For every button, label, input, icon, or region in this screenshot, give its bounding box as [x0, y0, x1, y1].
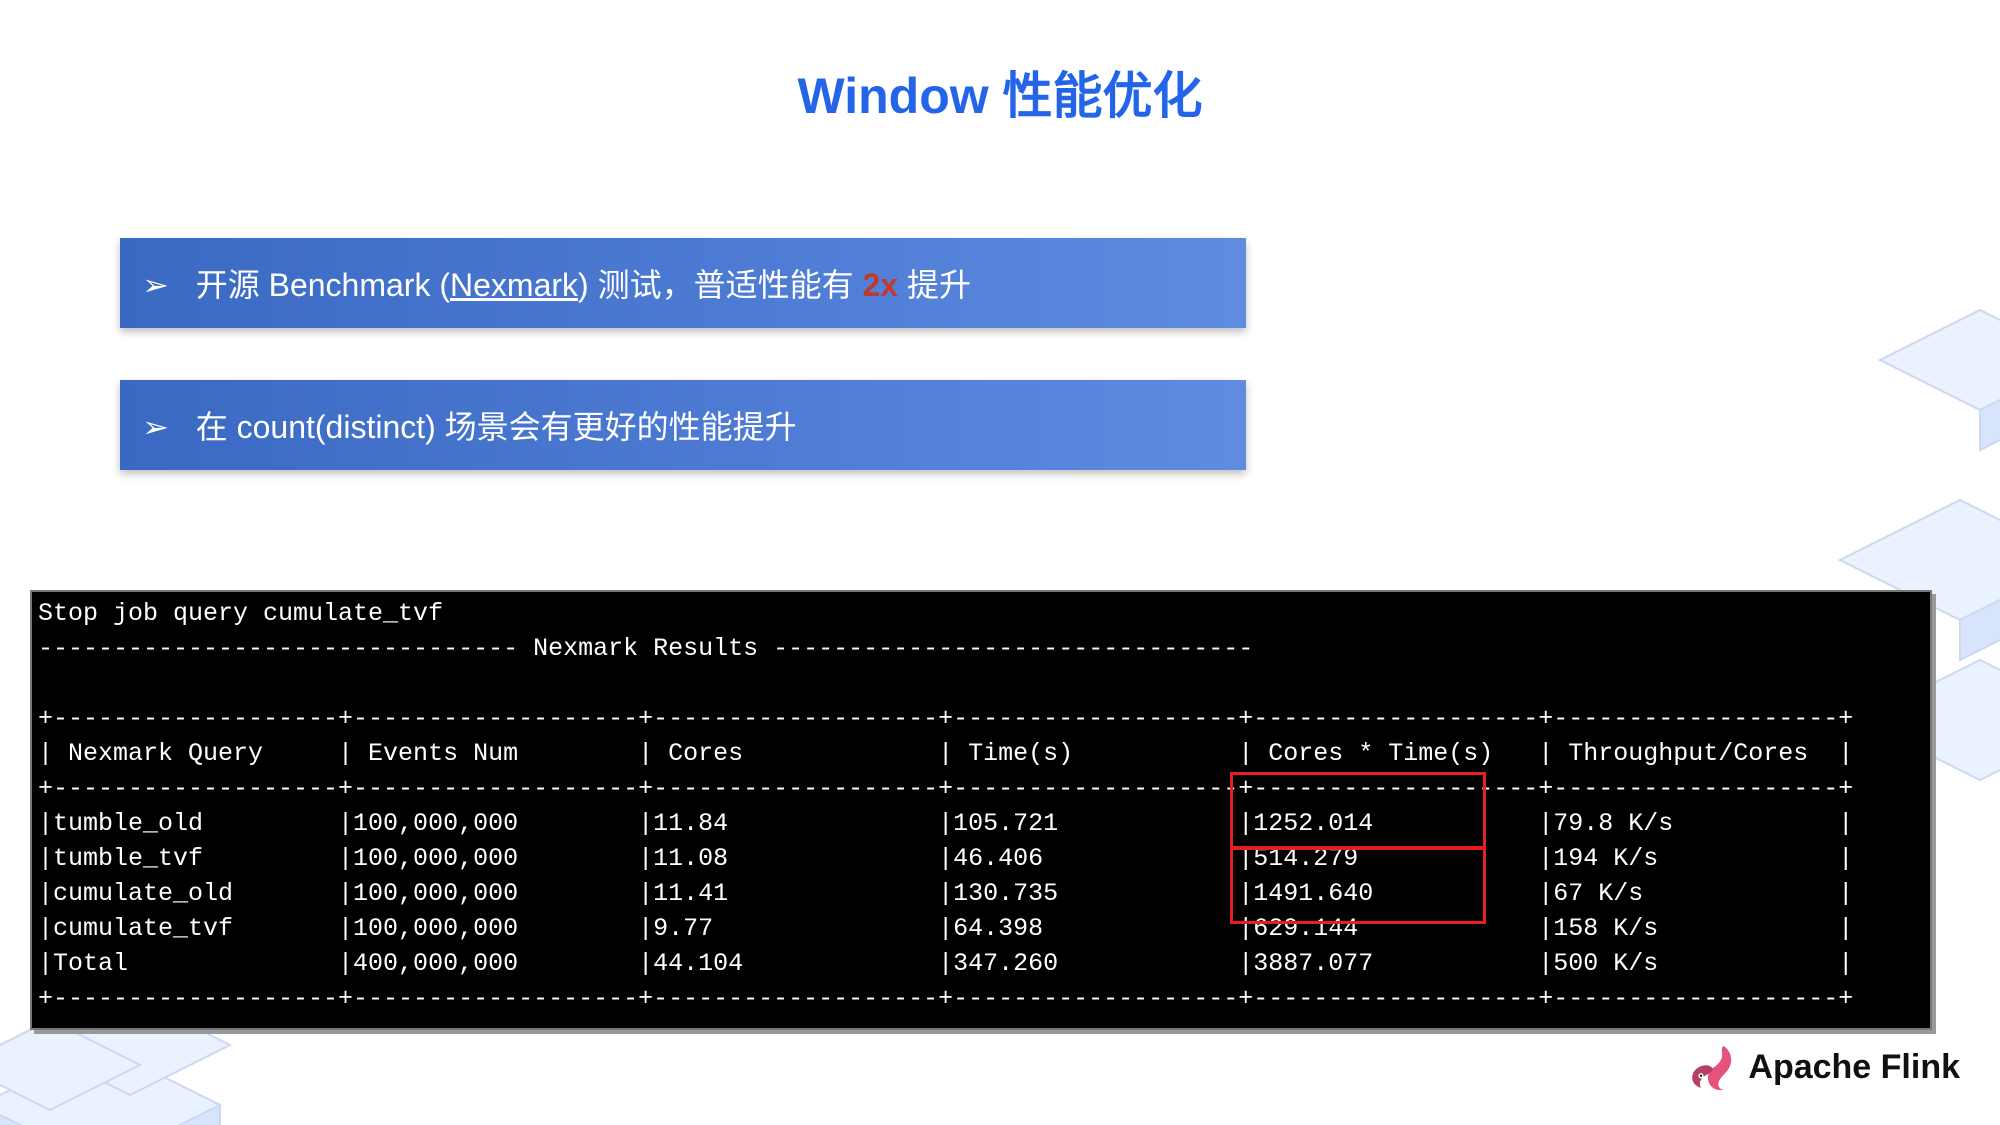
terminal-banner: -------------------------------- Nexmark…	[38, 634, 1253, 663]
table-row: |cumulate_old |100,000,000 |11.41 |130.7…	[38, 879, 1853, 908]
bullet-text-mid: ) 测试，普适性能有	[578, 267, 862, 303]
bullet-count-distinct: ➢ 在 count(distinct) 场景会有更好的性能提升	[120, 380, 1246, 470]
brand-apache-flink: Apache Flink	[1680, 1039, 1960, 1095]
brand-label: Apache Flink	[1748, 1048, 1960, 1087]
bullet-text-post: 提升	[898, 267, 971, 303]
chevron-right-icon: ➢	[142, 410, 169, 444]
terminal-rule: +-------------------+-------------------…	[38, 984, 1853, 1013]
bullet-text-pre: 开源 Benchmark (	[196, 267, 450, 303]
terminal-job-line: Stop job query cumulate_tvf	[38, 599, 443, 628]
emphasis-2x: 2x	[862, 267, 898, 303]
terminal-header: | Nexmark Query | Events Num | Cores | T…	[38, 739, 1853, 768]
table-row: |tumble_tvf |100,000,000 |11.08 |46.406 …	[38, 844, 1853, 873]
bullet-text: 在 count(distinct) 场景会有更好的性能提升	[196, 409, 797, 445]
terminal-output: Stop job query cumulate_tvf ------------…	[30, 590, 1932, 1030]
flink-squirrel-icon	[1680, 1039, 1736, 1095]
chevron-right-icon: ➢	[142, 268, 169, 302]
bullet-benchmark: ➢ 开源 Benchmark (Nexmark) 测试，普适性能有 2x 提升	[120, 238, 1246, 328]
terminal-rule: +-------------------+-------------------…	[38, 704, 1853, 733]
slide-title: Window 性能优化	[0, 56, 2000, 128]
link-nexmark[interactable]: Nexmark	[450, 267, 578, 303]
terminal-rule: +-------------------+-------------------…	[38, 774, 1853, 803]
table-row: |tumble_old |100,000,000 |11.84 |105.721…	[38, 809, 1853, 838]
table-row: |Total |400,000,000 |44.104 |347.260 |38…	[38, 949, 1853, 978]
table-row: |cumulate_tvf |100,000,000 |9.77 |64.398…	[38, 914, 1853, 943]
